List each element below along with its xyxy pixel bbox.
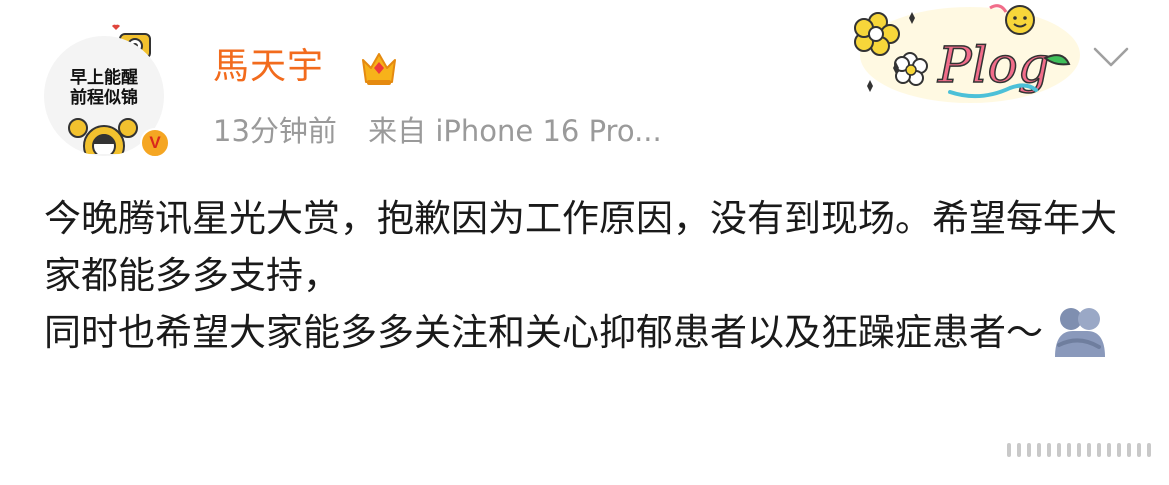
post-text-paragraph-2: 同时也希望大家能多多关注和关心抑郁患者以及狂躁症患者～: [44, 304, 1134, 361]
author-avatar[interactable]: 早上能醒 前程似锦 V: [44, 22, 172, 158]
post-text-paragraph-1: 今晚腾讯星光大赏，抱歉因为工作原因，没有到现场。希望每年大家都能多多支持，: [44, 197, 1117, 297]
post-meta: 13分钟前 来自 iPhone 16 Pro...: [213, 112, 662, 150]
chevron-down-icon[interactable]: [1092, 44, 1130, 70]
post-time: 13分钟前: [213, 114, 337, 148]
post-content: 今晚腾讯星光大赏，抱歉因为工作原因，没有到现场。希望每年大家都能多多支持， 同时…: [44, 190, 1134, 361]
alarm-clock-sticker-icon: [68, 118, 138, 154]
avatar-text: 早上能醒 前程似锦: [70, 68, 138, 108]
author-name[interactable]: 馬天宇: [213, 44, 324, 90]
plog-sticker-icon: Plog: [854, 4, 1080, 103]
svg-text:Plog: Plog: [937, 36, 1050, 94]
crown-icon: [362, 53, 396, 85]
verified-badge: V: [140, 128, 170, 158]
more-indicator: [1007, 443, 1151, 457]
hug-emoji-icon: [1055, 308, 1105, 357]
post-source[interactable]: 来自 iPhone 16 Pro...: [368, 114, 662, 148]
